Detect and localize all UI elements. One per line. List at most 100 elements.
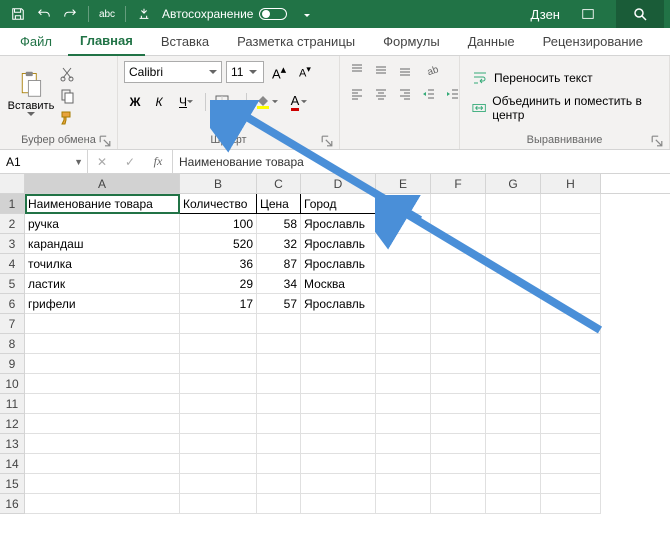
cell[interactable] bbox=[431, 294, 486, 314]
cell[interactable] bbox=[486, 374, 541, 394]
merge-center-button[interactable]: Объединить и поместить в центр bbox=[466, 94, 663, 122]
cell[interactable] bbox=[301, 434, 376, 454]
cell[interactable] bbox=[257, 454, 301, 474]
spell-check-icon[interactable]: abc bbox=[95, 2, 119, 26]
align-top-icon[interactable] bbox=[346, 60, 368, 80]
cell[interactable] bbox=[376, 374, 431, 394]
dialog-launcher-icon[interactable] bbox=[651, 135, 663, 147]
cell[interactable] bbox=[376, 394, 431, 414]
cell[interactable]: 520 bbox=[180, 234, 257, 254]
cell[interactable]: ластик bbox=[25, 274, 180, 294]
cell[interactable] bbox=[541, 394, 601, 414]
row-header[interactable]: 16 bbox=[0, 494, 25, 514]
cell[interactable] bbox=[431, 454, 486, 474]
col-header-B[interactable]: B bbox=[180, 174, 257, 193]
cell[interactable]: карандаш bbox=[25, 234, 180, 254]
col-header-F[interactable]: F bbox=[431, 174, 486, 193]
save-icon[interactable] bbox=[6, 2, 30, 26]
cell[interactable] bbox=[431, 434, 486, 454]
cell[interactable] bbox=[431, 254, 486, 274]
formula-input[interactable]: Наименование товара bbox=[173, 150, 670, 173]
search-button[interactable] bbox=[616, 0, 664, 28]
cell[interactable]: Цена bbox=[257, 194, 301, 214]
cell[interactable] bbox=[431, 314, 486, 334]
tab-insert[interactable]: Вставка bbox=[149, 28, 221, 56]
cell[interactable] bbox=[180, 354, 257, 374]
cell[interactable] bbox=[541, 194, 601, 214]
user-name[interactable]: Дзен bbox=[531, 7, 560, 22]
cell[interactable]: Москва bbox=[301, 274, 376, 294]
tab-layout[interactable]: Разметка страницы bbox=[225, 28, 367, 56]
cell[interactable] bbox=[486, 334, 541, 354]
cell[interactable] bbox=[376, 354, 431, 374]
cell[interactable] bbox=[431, 394, 486, 414]
align-middle-icon[interactable] bbox=[370, 60, 392, 80]
col-header-H[interactable]: H bbox=[541, 174, 601, 193]
cell[interactable] bbox=[376, 474, 431, 494]
cell[interactable] bbox=[25, 414, 180, 434]
cell[interactable] bbox=[541, 294, 601, 314]
cell[interactable] bbox=[25, 474, 180, 494]
cell[interactable] bbox=[486, 274, 541, 294]
cell[interactable]: Ярославль bbox=[301, 254, 376, 274]
cell[interactable] bbox=[180, 374, 257, 394]
cell[interactable] bbox=[180, 314, 257, 334]
cell[interactable] bbox=[376, 254, 431, 274]
cell[interactable] bbox=[541, 434, 601, 454]
cell[interactable] bbox=[486, 434, 541, 454]
cell[interactable] bbox=[541, 234, 601, 254]
cell[interactable] bbox=[486, 194, 541, 214]
row-header[interactable]: 3 bbox=[0, 234, 25, 254]
cell[interactable] bbox=[486, 494, 541, 514]
cell[interactable] bbox=[301, 314, 376, 334]
align-bottom-icon[interactable] bbox=[394, 60, 416, 80]
cell[interactable]: ручка bbox=[25, 214, 180, 234]
row-header[interactable]: 1 bbox=[0, 194, 25, 214]
cell[interactable] bbox=[431, 374, 486, 394]
underline-button[interactable]: Ч bbox=[172, 92, 200, 112]
cancel-formula-icon[interactable]: ✕ bbox=[88, 155, 116, 169]
cell[interactable]: 100 bbox=[180, 214, 257, 234]
cell[interactable] bbox=[301, 394, 376, 414]
cell[interactable] bbox=[301, 374, 376, 394]
cell[interactable] bbox=[541, 214, 601, 234]
cell[interactable]: 58 bbox=[257, 214, 301, 234]
row-header[interactable]: 5 bbox=[0, 274, 25, 294]
cell[interactable] bbox=[25, 494, 180, 514]
cell[interactable] bbox=[25, 354, 180, 374]
cell[interactable] bbox=[257, 494, 301, 514]
cell[interactable] bbox=[541, 274, 601, 294]
tab-data[interactable]: Данные bbox=[456, 28, 527, 56]
cell[interactable] bbox=[431, 414, 486, 434]
cell[interactable] bbox=[25, 434, 180, 454]
redo-icon[interactable] bbox=[58, 2, 82, 26]
cell[interactable] bbox=[180, 434, 257, 454]
italic-button[interactable]: К bbox=[148, 92, 170, 112]
cell[interactable] bbox=[486, 214, 541, 234]
cell[interactable] bbox=[431, 494, 486, 514]
row-header[interactable]: 12 bbox=[0, 414, 25, 434]
tab-review[interactable]: Рецензирование bbox=[531, 28, 655, 56]
cell[interactable] bbox=[541, 454, 601, 474]
tab-file[interactable]: Файл bbox=[8, 28, 64, 56]
cell[interactable]: 29 bbox=[180, 274, 257, 294]
cell[interactable] bbox=[180, 394, 257, 414]
cell[interactable] bbox=[25, 334, 180, 354]
account-icon[interactable] bbox=[568, 0, 608, 28]
cell[interactable] bbox=[541, 494, 601, 514]
row-header[interactable]: 7 bbox=[0, 314, 25, 334]
cell[interactable] bbox=[257, 334, 301, 354]
autosave-switch[interactable] bbox=[259, 8, 287, 20]
undo-icon[interactable] bbox=[32, 2, 56, 26]
cell[interactable] bbox=[376, 214, 431, 234]
cell[interactable] bbox=[486, 234, 541, 254]
cell[interactable] bbox=[376, 454, 431, 474]
cell[interactable] bbox=[541, 254, 601, 274]
align-right-icon[interactable] bbox=[394, 84, 416, 104]
cell[interactable] bbox=[431, 214, 486, 234]
cell[interactable] bbox=[180, 454, 257, 474]
paste-button[interactable]: Вставить bbox=[6, 60, 56, 126]
cell[interactable] bbox=[541, 334, 601, 354]
cell[interactable] bbox=[376, 334, 431, 354]
orientation-icon[interactable]: ab bbox=[418, 60, 446, 80]
